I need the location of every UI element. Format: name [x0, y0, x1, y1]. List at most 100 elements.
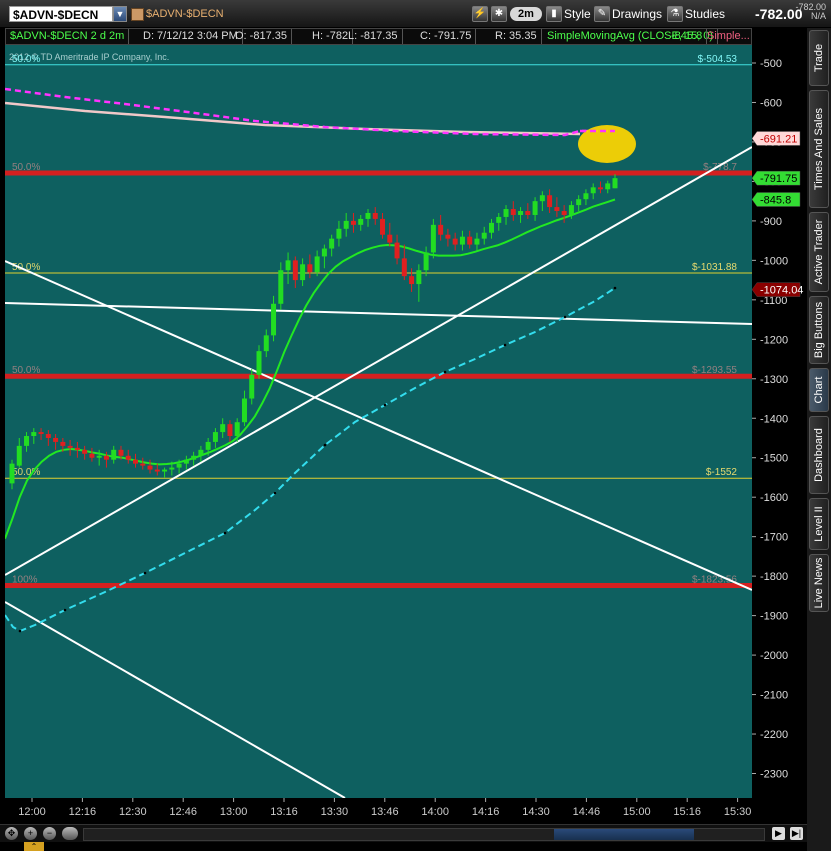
candle	[496, 212, 502, 231]
x-tick-label: 12:16	[69, 806, 97, 818]
candle	[162, 467, 168, 478]
symbol-type-icon	[131, 8, 144, 21]
candle-body	[561, 211, 567, 215]
candle-body	[183, 459, 189, 464]
zoom-in-icon[interactable]: +	[24, 827, 37, 840]
candle	[459, 230, 465, 251]
fib-level-label: $-504.53	[698, 54, 738, 65]
price-bubble: -691.21	[751, 131, 801, 146]
chart-area[interactable]: 2012 © TD Ameritrade IP Company, Inc. 50…	[4, 45, 753, 799]
candle-body	[597, 187, 603, 190]
candle	[467, 230, 473, 249]
candle	[314, 250, 320, 277]
scroll-end-icon[interactable]: ▶|	[790, 827, 803, 840]
candle	[372, 207, 378, 225]
chart-scrollbar[interactable]: ✥ + − ▶ ▶|	[0, 824, 807, 843]
tab-dashboard[interactable]: Dashboard	[809, 416, 829, 494]
candle	[612, 174, 618, 189]
tab-times-and-sales[interactable]: Times And Sales	[809, 90, 829, 208]
price-axis[interactable]: -500-600-700-800-900-1000-1100-1200-1300…	[751, 28, 807, 798]
price-chart[interactable]: 2012 © TD Ameritrade IP Company, Inc. 50…	[4, 45, 753, 799]
candle-body	[191, 455, 197, 460]
tab-active-trader[interactable]: Active Trader	[809, 212, 829, 292]
candle	[278, 262, 284, 310]
symbol-dropdown-button[interactable]: ▼	[113, 6, 127, 22]
candle	[307, 254, 313, 279]
candle	[438, 214, 444, 241]
style-menu-button[interactable]: Style	[564, 5, 591, 23]
tab-chart[interactable]: Chart	[809, 368, 829, 412]
tab-level-ii[interactable]: Level II	[809, 498, 829, 550]
candle-body	[532, 201, 538, 215]
pencil-icon[interactable]: ✎	[594, 6, 610, 22]
y-tick-label: -1700	[760, 532, 788, 544]
bottom-strip: ⌃	[0, 842, 807, 851]
zoom-reset-icon[interactable]	[62, 827, 78, 840]
candle-body	[525, 211, 531, 215]
symbol-input[interactable]: $ADVN-$DECN	[9, 6, 113, 22]
y-tick-label: -1500	[760, 453, 788, 465]
scroll-track[interactable]	[83, 828, 765, 841]
drawings-menu-button[interactable]: Drawings	[612, 5, 662, 23]
highlight-ellipse	[578, 125, 636, 163]
candle-body	[372, 212, 378, 219]
candle	[329, 234, 335, 257]
bar-low: L: -817.35	[344, 29, 403, 44]
studies-icon[interactable]: ⚗	[667, 6, 683, 22]
settings-icon[interactable]: ✱	[491, 6, 507, 22]
x-tick-label: 12:00	[18, 806, 46, 818]
candle	[67, 439, 73, 456]
candle-body	[60, 441, 66, 446]
pan-icon[interactable]: ✥	[5, 827, 18, 840]
y-tick-label: -500	[760, 58, 782, 70]
candle-body	[96, 455, 102, 458]
trend-line	[4, 302, 753, 325]
ma-dot	[18, 629, 22, 633]
candle	[183, 455, 189, 470]
candle-body	[249, 374, 255, 399]
aggregation-period-button[interactable]: 2m	[510, 7, 542, 21]
ma-dot	[383, 403, 387, 407]
candle-body	[438, 224, 444, 235]
x-tick-label: 14:46	[573, 806, 601, 818]
x-tick-label: 13:00	[220, 806, 248, 818]
candle	[583, 189, 589, 206]
candle	[605, 180, 611, 194]
candle	[445, 228, 451, 247]
tab-big-buttons[interactable]: Big Buttons	[809, 296, 829, 364]
x-tick-label: 13:16	[270, 806, 298, 818]
x-tick-label: 13:30	[321, 806, 349, 818]
candle-body	[198, 449, 204, 456]
y-tick-label: -600	[760, 97, 782, 109]
tab-trade[interactable]: Trade	[809, 30, 829, 86]
x-tick-label: 14:16	[472, 806, 500, 818]
style-icon[interactable]: ▮	[546, 6, 562, 22]
bar-range: R: 35.35	[491, 29, 542, 44]
candle	[285, 252, 291, 285]
candle-body	[539, 195, 545, 202]
candle	[401, 244, 407, 281]
link-icon[interactable]: ⚡	[472, 6, 488, 22]
studies-menu-button[interactable]: Studies	[685, 5, 725, 23]
candle-body	[118, 449, 124, 456]
price-bubble: -1074.04	[751, 282, 803, 297]
candle-body	[53, 437, 59, 442]
study2-name: Simple...	[707, 30, 750, 42]
scroll-right-icon[interactable]: ▶	[772, 827, 785, 840]
price-bubble-label: -1074.04	[760, 285, 803, 297]
x-tick-label: 12:46	[169, 806, 197, 818]
candle-body	[38, 432, 44, 435]
candle-body	[82, 449, 88, 454]
zoom-out-icon[interactable]: −	[43, 827, 56, 840]
candle-body	[430, 224, 436, 253]
scroll-thumb[interactable]	[554, 829, 694, 840]
candle-body	[263, 335, 269, 352]
side-tab-strip: Trade Times And Sales Active Trader Big …	[807, 28, 831, 851]
candle-body	[307, 264, 313, 273]
tab-live-news[interactable]: Live News	[809, 554, 829, 612]
candle-body	[329, 238, 335, 249]
candle	[474, 232, 480, 251]
expand-up-icon[interactable]: ⌃	[24, 842, 44, 851]
sma15-line	[4, 198, 616, 539]
candle-body	[336, 228, 342, 239]
